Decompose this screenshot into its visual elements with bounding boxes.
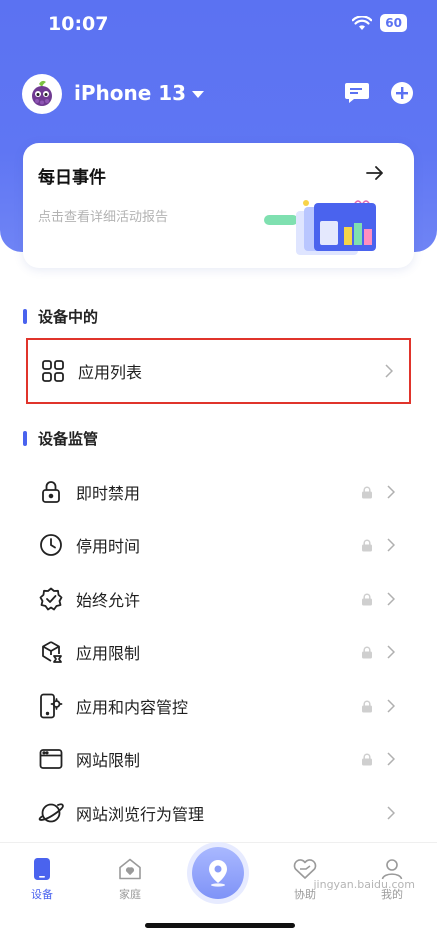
small-lock-icon	[362, 700, 372, 712]
tab-device[interactable]: 设备	[12, 855, 72, 902]
row-label: 即时禁用	[76, 484, 141, 503]
home-heart-icon	[119, 858, 141, 880]
planet-icon	[38, 800, 64, 826]
apps-grid-icon	[40, 358, 66, 384]
tab-family[interactable]: 家庭	[100, 855, 160, 902]
chevron-right-icon	[387, 485, 395, 499]
browsing-management-row[interactable]: 网站浏览行为管理	[26, 786, 411, 840]
instant-block-row[interactable]: 即时禁用	[26, 465, 411, 519]
app-limit-icon	[38, 639, 64, 665]
heart-hand-icon	[293, 859, 317, 879]
message-icon[interactable]	[344, 80, 370, 106]
badge-check-icon	[38, 586, 64, 612]
add-icon[interactable]	[389, 80, 415, 106]
chevron-right-icon	[387, 592, 395, 606]
device-selector[interactable]: iPhone 13	[74, 81, 205, 105]
section-accent-bar	[23, 309, 27, 324]
clock-icon	[38, 532, 64, 558]
daily-events-card[interactable]: 每日事件 点击查看详细活动报告	[23, 143, 414, 268]
chevron-right-icon	[387, 645, 395, 659]
content-control-row[interactable]: 应用和内容管控	[26, 679, 411, 733]
location-pin-icon	[209, 860, 227, 887]
status-time: 10:07	[48, 13, 109, 35]
daily-card-title: 每日事件	[38, 168, 106, 188]
home-indicator	[145, 923, 295, 928]
app-list-row[interactable]: 应用列表	[26, 338, 411, 404]
chevron-right-icon	[385, 364, 393, 378]
battery-indicator: 60	[380, 14, 407, 32]
row-label: 应用限制	[76, 644, 141, 663]
section-accent-bar	[23, 431, 27, 446]
wifi-icon	[352, 15, 373, 30]
chevron-right-icon	[387, 806, 395, 820]
watermark: jingyan.baidu.com	[313, 878, 415, 891]
small-lock-icon	[362, 593, 372, 605]
row-label: 网站限制	[76, 751, 141, 770]
section-title-monitor: 设备监管	[23, 428, 98, 449]
grape-avatar-icon	[32, 80, 52, 106]
section-title-text: 设备中的	[38, 308, 99, 326]
tab-label: 家庭	[119, 888, 141, 901]
website-limits-row[interactable]: 网站限制	[26, 732, 411, 786]
chevron-right-icon	[387, 699, 395, 713]
arrow-right-icon[interactable]	[366, 165, 384, 181]
daily-card-subtitle: 点击查看详细活动报告	[38, 210, 169, 225]
tab-label: 设备	[31, 888, 53, 901]
small-lock-icon	[362, 539, 372, 551]
caret-down-icon	[192, 90, 205, 98]
small-lock-icon	[362, 646, 372, 658]
chevron-right-icon	[387, 752, 395, 766]
lock-icon	[38, 479, 64, 505]
status-icons: 60	[352, 14, 407, 32]
row-label: 应用列表	[78, 363, 143, 382]
section-title-device: 设备中的	[23, 306, 98, 327]
phone-gear-icon	[38, 693, 64, 719]
app-limits-row[interactable]: 应用限制	[26, 625, 411, 679]
location-button[interactable]	[192, 847, 244, 899]
device-name: iPhone 13	[74, 81, 187, 105]
downtime-row[interactable]: 停用时间	[26, 518, 411, 572]
user-icon	[381, 859, 403, 880]
row-label: 停用时间	[76, 537, 141, 556]
row-label: 应用和内容管控	[76, 698, 189, 717]
row-label: 始终允许	[76, 591, 141, 610]
browser-window-icon	[38, 746, 64, 772]
chevron-right-icon	[387, 538, 395, 552]
row-label: 网站浏览行为管理	[76, 805, 205, 824]
section-title-text: 设备监管	[38, 430, 99, 448]
phone-icon	[34, 858, 50, 880]
avatar[interactable]	[22, 74, 62, 114]
small-lock-icon	[362, 753, 372, 765]
always-allowed-row[interactable]: 始终允许	[26, 572, 411, 626]
small-lock-icon	[362, 486, 372, 498]
report-illustration-icon	[264, 200, 376, 255]
